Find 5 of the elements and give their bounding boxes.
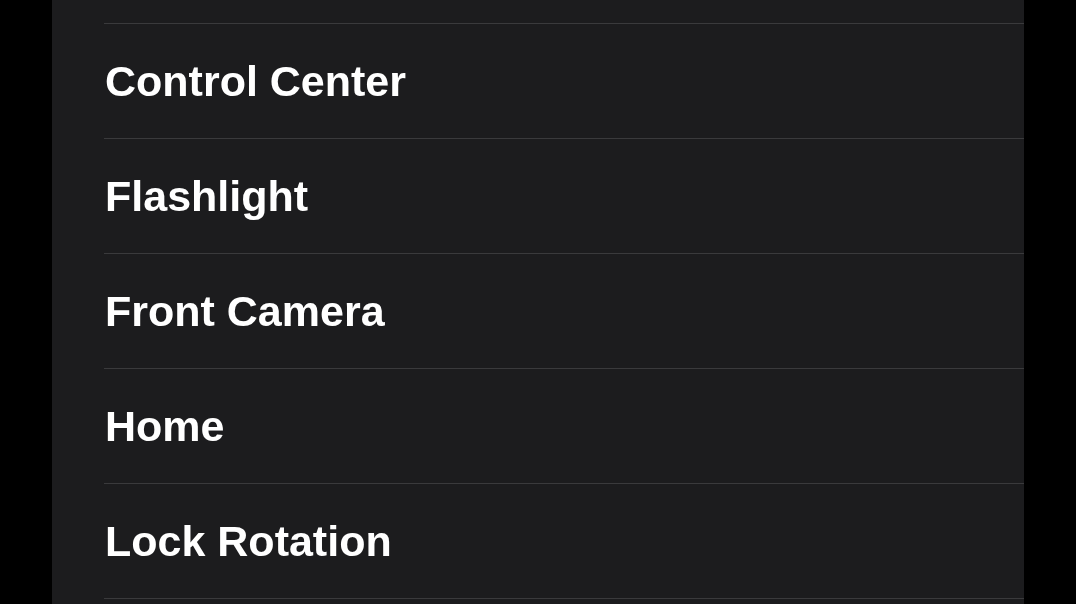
settings-row[interactable]: Lock Rotation: [104, 483, 1024, 598]
settings-row[interactable]: Home: [104, 368, 1024, 483]
settings-row[interactable]: Flashlight: [104, 138, 1024, 253]
settings-row[interactable]: Front Camera: [104, 253, 1024, 368]
settings-row[interactable]: Control Center: [104, 23, 1024, 138]
